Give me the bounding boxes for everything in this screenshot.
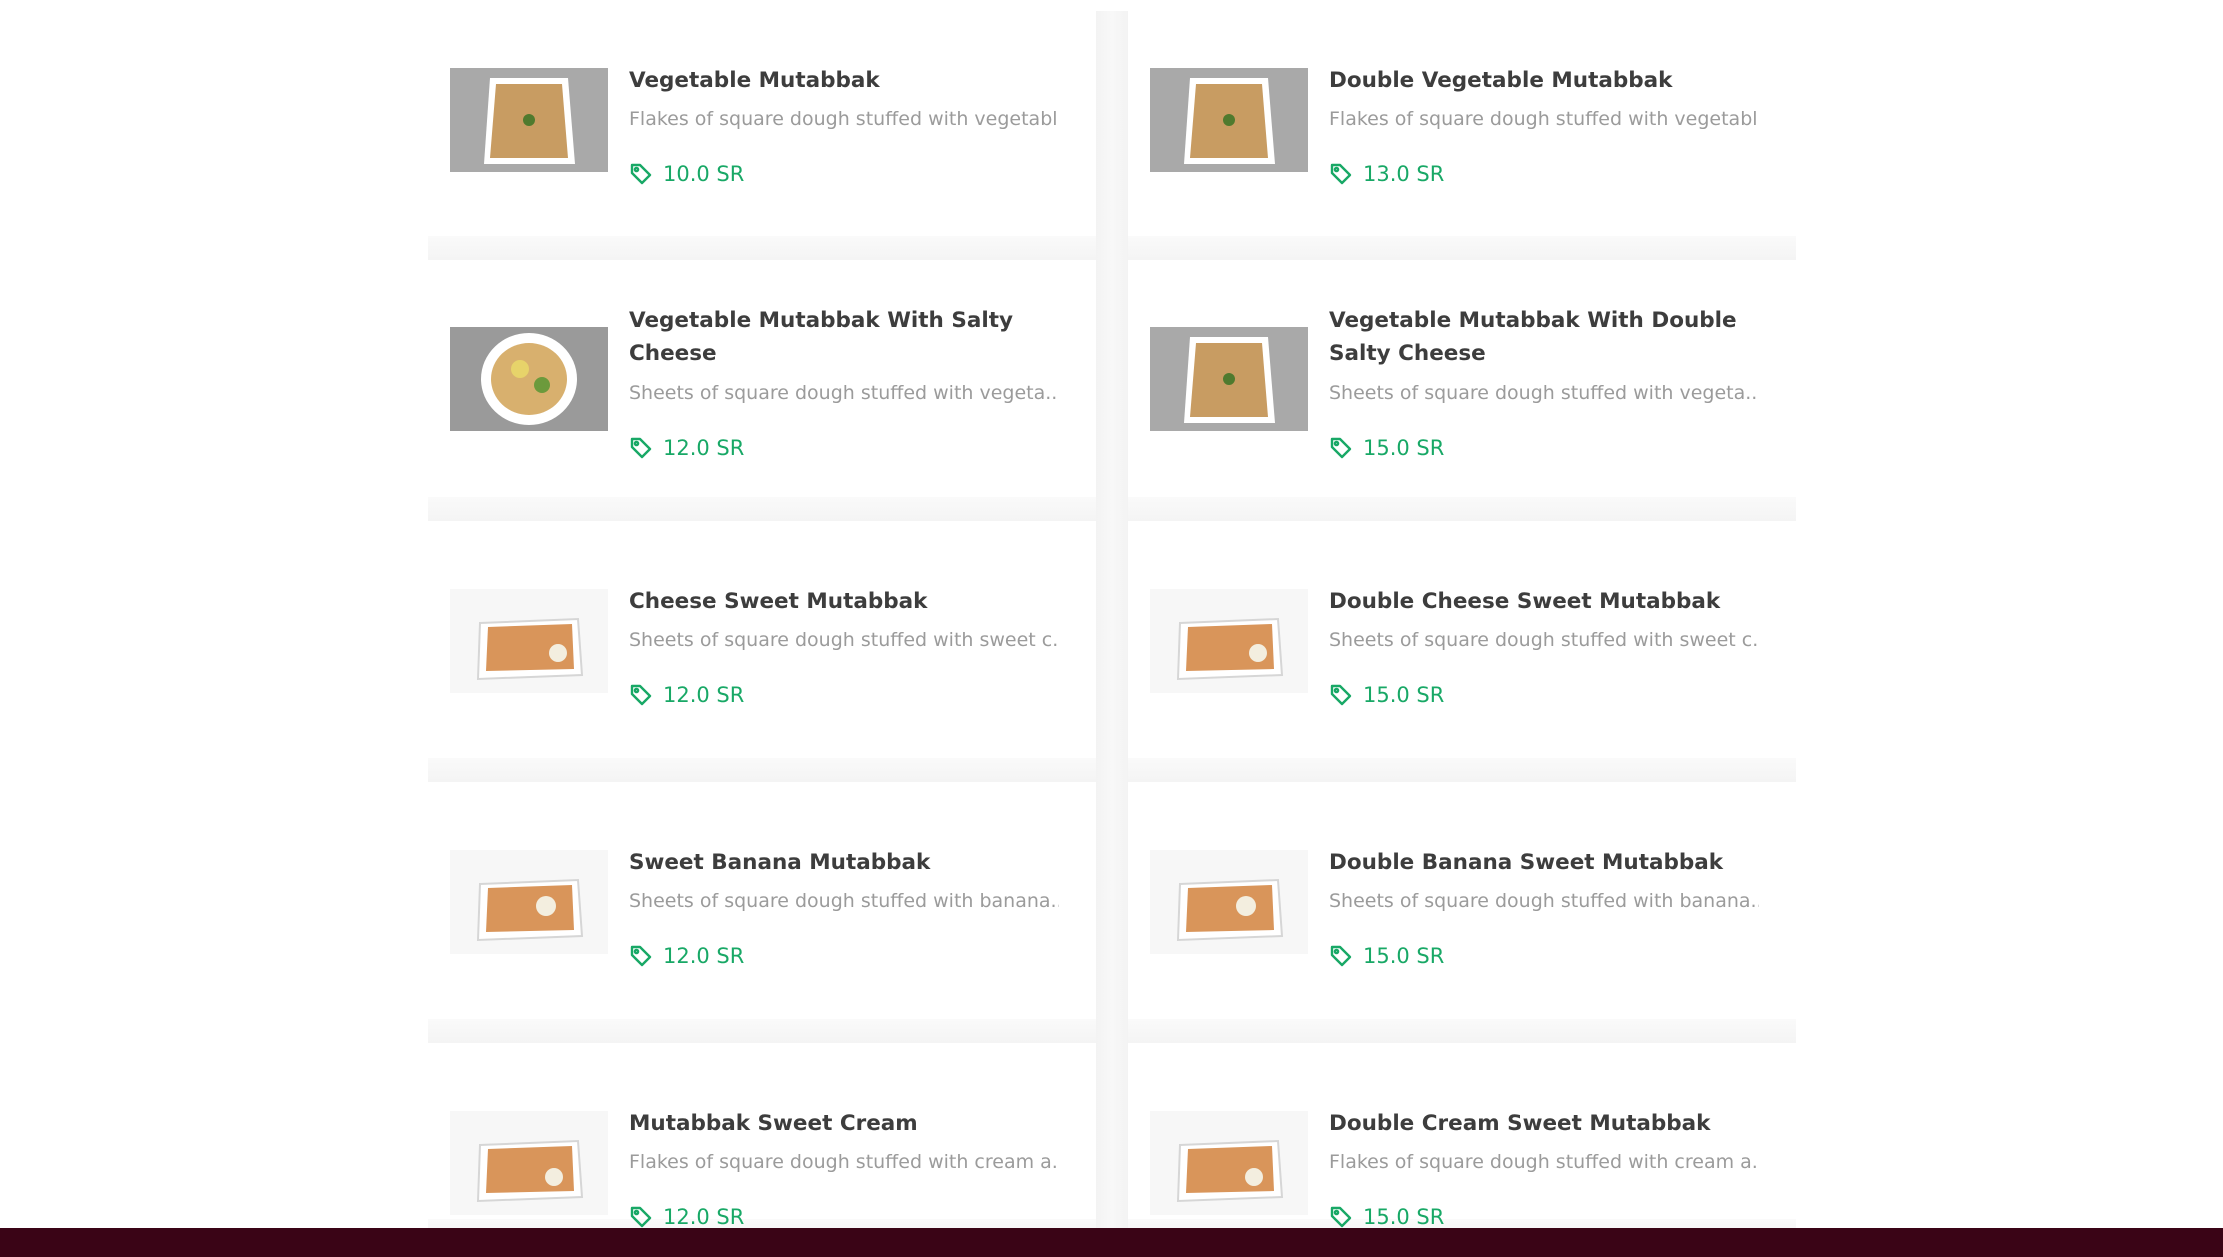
item-description: Flakes of square dough stuffed with crea… — [1329, 1151, 1759, 1173]
menu-item-card[interactable]: Double Banana Sweet Mutabbak Sheets of s… — [1128, 782, 1796, 1043]
footer-bar — [0, 1228, 2223, 1257]
item-description: Flakes of square dough stuffed with vege… — [1329, 108, 1759, 130]
price-value: 10.0 SR — [663, 162, 745, 186]
tag-icon — [630, 163, 652, 185]
item-photo[interactable] — [1150, 850, 1308, 954]
item-price: 12.0 SR — [629, 1205, 744, 1229]
item-price: 12.0 SR — [629, 436, 744, 460]
item-photo[interactable] — [450, 68, 608, 172]
menu-item-card[interactable]: Sweet Banana Mutabbak Sheets of square d… — [428, 782, 1128, 1043]
tag-icon — [630, 437, 652, 459]
item-price: 15.0 SR — [1329, 436, 1444, 460]
item-photo[interactable] — [450, 589, 608, 693]
price-value: 12.0 SR — [663, 436, 745, 460]
item-title[interactable]: Vegetable Mutabbak With Double Salty Che… — [1329, 304, 1749, 370]
tag-icon — [630, 1206, 652, 1228]
item-price: 13.0 SR — [1329, 162, 1444, 186]
item-description: Sheets of square dough stuffed with swee… — [629, 629, 1059, 651]
menu-item-card[interactable]: Double Cheese Sweet Mutabbak Sheets of s… — [1128, 521, 1796, 782]
item-photo[interactable] — [1150, 589, 1308, 693]
item-description: Sheets of square dough stuffed with vege… — [1329, 382, 1759, 404]
item-title[interactable]: Double Banana Sweet Mutabbak — [1329, 846, 1749, 879]
menu-item-card[interactable]: Vegetable Mutabbak With Salty Cheese She… — [428, 260, 1128, 521]
tag-icon — [1330, 163, 1352, 185]
item-description: Sheets of square dough stuffed with swee… — [1329, 629, 1759, 651]
item-price: 12.0 SR — [629, 944, 744, 968]
item-price: 15.0 SR — [1329, 683, 1444, 707]
price-value: 15.0 SR — [1363, 944, 1445, 968]
menu-item-card[interactable]: Double Cream Sweet Mutabbak Flakes of sq… — [1128, 1043, 1796, 1243]
item-price: 15.0 SR — [1329, 1205, 1444, 1229]
item-photo[interactable] — [1150, 327, 1308, 431]
item-title[interactable]: Vegetable Mutabbak — [629, 64, 1049, 97]
tag-icon — [1330, 684, 1352, 706]
item-description: Flakes of square dough stuffed with vege… — [629, 108, 1059, 130]
price-value: 12.0 SR — [663, 1205, 745, 1229]
tag-icon — [630, 945, 652, 967]
item-price: 10.0 SR — [629, 162, 744, 186]
tag-icon — [1330, 1206, 1352, 1228]
item-photo[interactable] — [450, 327, 608, 431]
tag-icon — [630, 684, 652, 706]
tag-icon — [1330, 945, 1352, 967]
price-value: 15.0 SR — [1363, 1205, 1445, 1229]
item-price: 12.0 SR — [629, 683, 744, 707]
menu-item-card[interactable]: Vegetable Mutabbak Flakes of square doug… — [428, 11, 1128, 260]
menu-item-card[interactable]: Mutabbak Sweet Cream Flakes of square do… — [428, 1043, 1128, 1243]
menu-item-card[interactable]: Double Vegetable Mutabbak Flakes of squa… — [1128, 11, 1796, 260]
price-value: 12.0 SR — [663, 683, 745, 707]
item-photo[interactable] — [1150, 1111, 1308, 1215]
item-title[interactable]: Vegetable Mutabbak With Salty Cheese — [629, 304, 1049, 370]
price-value: 12.0 SR — [663, 944, 745, 968]
menu-item-card[interactable]: Cheese Sweet Mutabbak Sheets of square d… — [428, 521, 1128, 782]
item-photo[interactable] — [1150, 68, 1308, 172]
item-description: Sheets of square dough stuffed with bana… — [1329, 890, 1759, 912]
item-price: 15.0 SR — [1329, 944, 1444, 968]
item-description: Sheets of square dough stuffed with vege… — [629, 382, 1059, 404]
tag-icon — [1330, 437, 1352, 459]
menu-item-card[interactable]: Vegetable Mutabbak With Double Salty Che… — [1128, 260, 1796, 521]
price-value: 13.0 SR — [1363, 162, 1445, 186]
price-value: 15.0 SR — [1363, 436, 1445, 460]
item-description: Sheets of square dough stuffed with bana… — [629, 890, 1059, 912]
item-title[interactable]: Mutabbak Sweet Cream — [629, 1107, 1049, 1140]
item-title[interactable]: Double Cream Sweet Mutabbak — [1329, 1107, 1749, 1140]
item-title[interactable]: Double Vegetable Mutabbak — [1329, 64, 1749, 97]
item-title[interactable]: Sweet Banana Mutabbak — [629, 846, 1049, 879]
menu-grid: Vegetable Mutabbak Flakes of square doug… — [428, 11, 1796, 1243]
item-title[interactable]: Double Cheese Sweet Mutabbak — [1329, 585, 1749, 618]
item-description: Flakes of square dough stuffed with crea… — [629, 1151, 1059, 1173]
price-value: 15.0 SR — [1363, 683, 1445, 707]
item-photo[interactable] — [450, 1111, 608, 1215]
item-title[interactable]: Cheese Sweet Mutabbak — [629, 585, 1049, 618]
item-photo[interactable] — [450, 850, 608, 954]
